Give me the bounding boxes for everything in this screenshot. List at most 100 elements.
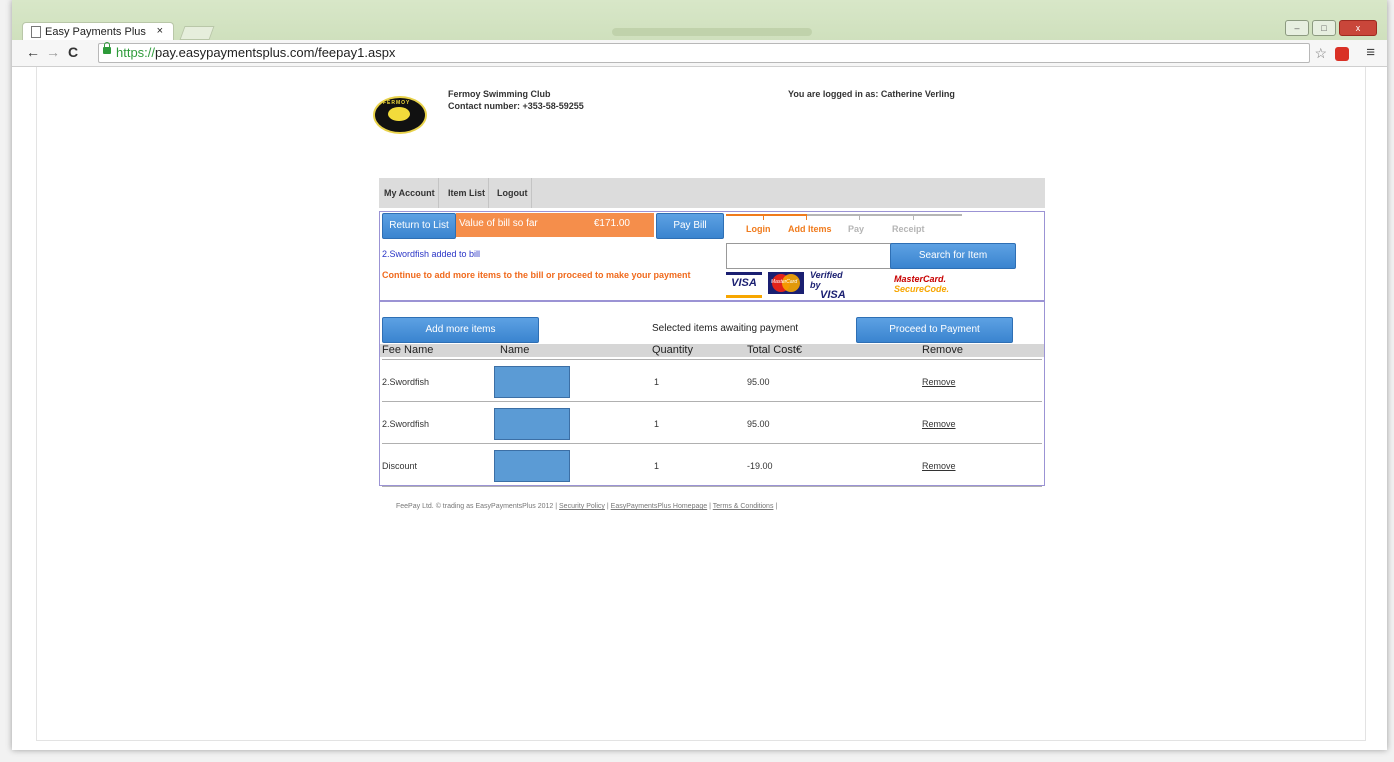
verified-visa-text: VISA — [820, 289, 846, 301]
payment-card-logos: VISA MasterCard Verified by VISA MasterC… — [726, 270, 966, 301]
fee-name-cell: Discount — [382, 461, 418, 471]
table-row: Discount 1 -19.00 Remove — [382, 443, 1042, 487]
quantity-cell: 1 — [654, 377, 660, 387]
verified-by-visa-logo: Verified by VISA — [810, 270, 854, 301]
search-for-item-button[interactable]: Search for Item — [890, 243, 1016, 269]
menu-item-list[interactable]: Item List — [445, 178, 490, 208]
mastercard-logo: MasterCard — [768, 272, 804, 294]
logged-in-user: You are logged in as: Catherine Verling — [788, 89, 955, 99]
quantity-cell: 1 — [654, 461, 660, 471]
lock-icon — [103, 42, 111, 54]
mastercard-logo-text: MasterCard — [771, 279, 798, 285]
web-page: FERMOY Fermoy Swimming Club Contact numb… — [36, 67, 1366, 741]
tab-title: Easy Payments Plus — [45, 26, 146, 38]
extension-icon[interactable] — [1335, 47, 1349, 61]
redacted-name — [494, 366, 570, 398]
col-remove: Remove — [922, 344, 963, 356]
browser-window: Easy Payments Plus × – □ x ← → C https:/… — [12, 0, 1387, 750]
club-contact: Contact number: +353-58-59255 — [448, 101, 584, 111]
bookmark-star-icon[interactable]: ☆ — [1314, 45, 1327, 62]
added-message: 2.Swordfish added to bill — [382, 249, 481, 259]
back-arrow-icon[interactable]: ← — [26, 44, 40, 60]
table-row: 2.Swordfish 1 95.00 Remove — [382, 359, 1042, 402]
mc-securecode-line1: MasterCard. — [894, 274, 947, 284]
homepage-link[interactable]: EasyPaymentsPlus Homepage — [611, 503, 708, 510]
window-controls: – □ x — [1285, 20, 1377, 38]
reload-icon[interactable]: C — [68, 44, 78, 60]
step-pay: Pay — [848, 224, 865, 234]
bill-panel: Return to List Value of bill so far €171… — [379, 211, 1045, 301]
close-window-button[interactable]: x — [1339, 20, 1377, 36]
bill-value-label: Value of bill so far — [459, 218, 538, 229]
step-add-items: Add Items — [788, 224, 832, 234]
progress-line-done — [726, 214, 806, 216]
bill-value-bar: Value of bill so far €171.00 — [456, 213, 654, 237]
url-text: https://pay.easypaymentsplus.com/feepay1… — [116, 44, 395, 62]
step-login: Login — [746, 224, 771, 234]
browser-toolbar: ← → C https://pay.easypaymentsplus.com/f… — [12, 40, 1387, 67]
search-input[interactable] — [726, 243, 892, 269]
col-quantity: Quantity — [652, 344, 693, 356]
remove-link[interactable]: Remove — [922, 461, 956, 471]
return-to-list-button[interactable]: Return to List — [382, 213, 456, 239]
step-receipt: Receipt — [892, 224, 925, 234]
items-table-header: Fee Name Name Quantity Total Cost€ Remov… — [380, 344, 1044, 357]
footer-copyright: FeePay Ltd. © trading as EasyPaymentsPlu… — [396, 503, 558, 510]
logo-text: FERMOY — [383, 100, 411, 106]
browser-menu-icon[interactable]: ≡ — [1366, 44, 1375, 61]
mastercard-securecode-logo: MasterCard. SecureCode. — [894, 274, 954, 296]
progress-tick — [859, 214, 860, 220]
footer-separator: | — [606, 503, 609, 510]
items-panel: Add more items Selected items awaiting p… — [379, 301, 1045, 487]
bill-value: €171.00 — [593, 218, 630, 229]
col-fee-name: Fee Name — [382, 344, 434, 356]
url-scheme: https:// — [116, 45, 156, 60]
main-menu: My Account Item List Logout — [379, 178, 1045, 208]
fee-name-cell: 2.Swordfish — [382, 419, 430, 429]
fee-name-cell: 2.Swordfish — [382, 377, 430, 387]
progress-tick — [913, 214, 914, 220]
redacted-name — [494, 408, 570, 440]
proceed-to-payment-button[interactable]: Proceed to Payment — [856, 317, 1013, 343]
pay-bill-button[interactable]: Pay Bill — [656, 213, 724, 239]
page-icon — [31, 26, 41, 38]
redacted-name — [494, 450, 570, 482]
total-cost-cell: 95.00 — [747, 377, 770, 387]
tab-strip: Easy Payments Plus × – □ x — [12, 0, 1387, 41]
address-bar[interactable]: https://pay.easypaymentsplus.com/feepay1… — [98, 42, 1310, 63]
selected-items-label: Selected items awaiting payment — [652, 323, 799, 334]
remove-link[interactable]: Remove — [922, 419, 956, 429]
continue-message: Continue to add more items to the bill o… — [382, 270, 691, 280]
new-tab-button[interactable] — [179, 26, 215, 40]
browser-tab[interactable]: Easy Payments Plus × — [22, 22, 174, 41]
tab-close-icon[interactable]: × — [157, 25, 163, 37]
club-logo: FERMOY — [373, 96, 427, 134]
progress-tick — [806, 214, 807, 220]
minimize-button[interactable]: – — [1285, 20, 1309, 36]
mc-securecode-line2: SecureCode. — [894, 284, 950, 294]
terms-link[interactable]: Terms & Conditions — [713, 503, 774, 510]
progress-steps: Login Add Items Pay Receipt — [726, 214, 962, 236]
url-path: pay.easypaymentsplus.com/feepay1.aspx — [155, 45, 396, 60]
menu-my-account[interactable]: My Account — [381, 178, 439, 208]
progress-line-pending — [806, 214, 962, 216]
col-total-cost: Total Cost€ — [747, 344, 803, 356]
total-cost-cell: 95.00 — [747, 419, 770, 429]
maximize-button[interactable]: □ — [1312, 20, 1336, 36]
menu-logout[interactable]: Logout — [494, 178, 532, 208]
footer-separator: | — [709, 503, 711, 510]
progress-tick — [763, 214, 764, 220]
forward-arrow-icon[interactable]: → — [46, 44, 60, 60]
verified-by-text: Verified by — [810, 270, 843, 290]
security-policy-link[interactable]: Security Policy — [559, 503, 605, 510]
footer-separator: | — [775, 503, 778, 510]
blurred-window-title — [612, 28, 812, 36]
quantity-cell: 1 — [654, 419, 660, 429]
col-name: Name — [500, 344, 530, 356]
total-cost-cell: -19.00 — [747, 461, 773, 471]
add-more-items-button[interactable]: Add more items — [382, 317, 539, 343]
club-name: Fermoy Swimming Club — [448, 89, 551, 99]
logo-emblem — [388, 107, 410, 121]
remove-link[interactable]: Remove — [922, 377, 956, 387]
table-row: 2.Swordfish 1 95.00 Remove — [382, 401, 1042, 444]
